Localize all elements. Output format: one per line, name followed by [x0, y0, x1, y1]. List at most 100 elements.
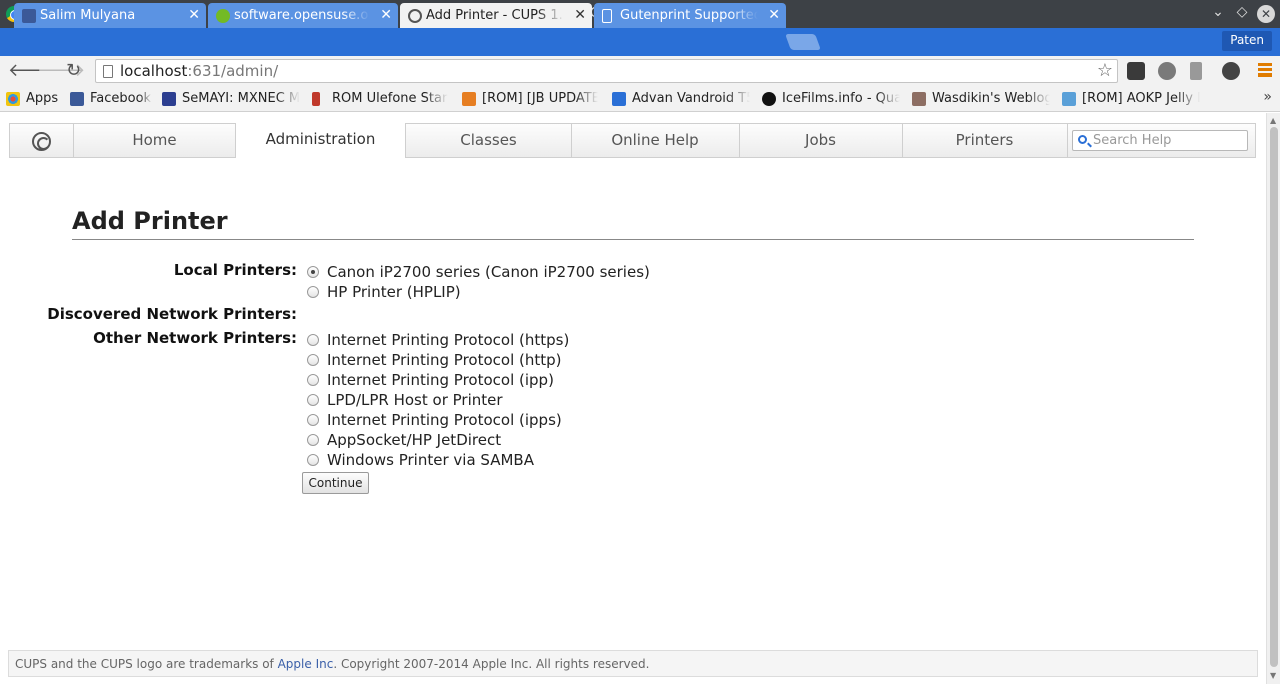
option-label: HP Printer (HPLIP) [327, 283, 461, 301]
option-label: Windows Printer via SAMBA [327, 451, 534, 469]
extension-camera-icon[interactable] [1127, 62, 1145, 80]
radio-button[interactable] [307, 394, 319, 406]
bookmark-wasdikin[interactable]: Wasdikin's Weblog [912, 91, 1050, 106]
radio-button[interactable] [307, 374, 319, 386]
tab-opensuse[interactable]: software.opensuse.org ✕ [208, 3, 398, 28]
tab-label: Add Printer - CUPS 1.7.5 [426, 8, 564, 23]
tab-gutenprint[interactable]: Gutenprint Supported Printers ✕ [594, 3, 786, 28]
nav-classes[interactable]: Classes [406, 124, 572, 157]
profile-button[interactable]: Paten [1222, 31, 1272, 51]
chrome-menu-icon[interactable] [1258, 63, 1272, 77]
nav-jobs[interactable]: Jobs [739, 124, 903, 157]
option-label: Internet Printing Protocol (ipp) [327, 371, 554, 389]
xda-icon [462, 92, 476, 106]
close-window-icon[interactable]: ✕ [1257, 5, 1275, 23]
tab-label: software.opensuse.org [234, 8, 370, 23]
footer-prefix: CUPS and the CUPS logo are trademarks of [15, 657, 278, 671]
bookmark-label: Facebook [90, 91, 152, 106]
tab-label: Salim Mulyana [40, 8, 136, 23]
scrollbar-thumb[interactable] [1270, 127, 1278, 667]
radio-button[interactable] [307, 286, 319, 298]
bookmark-label: Advan Vandroid T5c [632, 91, 750, 106]
aokp-icon [1062, 92, 1076, 106]
option-label: Canon iP2700 series (Canon iP2700 series… [327, 263, 650, 281]
new-tab-button[interactable] [785, 34, 821, 50]
cups-icon [408, 9, 422, 23]
page-info-icon[interactable] [103, 65, 113, 78]
local-printers-label: Local Printers: [173, 261, 297, 279]
url-host: localhost [120, 62, 188, 80]
bookmarks-bar: Apps Facebook SeMAYI: MXNEC M3 ROM Ulefo… [0, 86, 1280, 112]
bookmarks-overflow-icon[interactable]: » [1263, 89, 1272, 105]
minimize-icon[interactable]: ⌄ [1209, 4, 1227, 20]
scroll-down-icon[interactable]: ▼ [1270, 671, 1276, 680]
tab-add-printer[interactable]: Add Printer - CUPS 1.7.5 ✕ [400, 3, 592, 28]
option-label: Internet Printing Protocol (ipps) [327, 411, 562, 429]
bookmark-aokp[interactable]: [ROM] AOKP Jelly Be [1062, 91, 1200, 106]
tab-close-icon[interactable]: ✕ [574, 7, 586, 23]
cups-logo-icon [32, 132, 51, 151]
bookmark-facebook[interactable]: Facebook [70, 91, 152, 106]
tab-close-icon[interactable]: ✕ [188, 7, 200, 23]
radio-button[interactable] [307, 266, 319, 278]
semayi-icon [162, 92, 176, 106]
option-label: AppSocket/HP JetDirect [327, 431, 502, 449]
bookmark-advan[interactable]: Advan Vandroid T5c [612, 91, 750, 106]
vertical-scrollbar[interactable]: ▲ ▼ [1266, 113, 1280, 684]
apple-inc-link[interactable]: Apple Inc [278, 657, 334, 671]
cups-navigation: Home Administration Classes Online Help … [9, 123, 1256, 158]
restore-icon[interactable]: ◇ [1233, 4, 1251, 20]
cups-logo[interactable] [10, 124, 74, 157]
extension-block-icon[interactable] [1222, 62, 1240, 80]
option-label: Internet Printing Protocol (http) [327, 351, 562, 369]
page-icon [602, 9, 612, 23]
bookmark-label: [ROM] AOKP Jelly Be [1082, 91, 1200, 106]
radio-button[interactable] [307, 354, 319, 366]
bookmark-icefilms[interactable]: IceFilms.info - Quali [762, 91, 900, 106]
scroll-up-icon[interactable]: ▲ [1270, 116, 1276, 125]
extension-tool-icon[interactable] [1190, 62, 1202, 80]
bookmark-label: Wasdikin's Weblog [932, 91, 1050, 106]
kaskus-icon [612, 92, 626, 106]
facebook-icon [70, 92, 84, 106]
option-label: Internet Printing Protocol (https) [327, 331, 570, 349]
radio-button[interactable] [307, 414, 319, 426]
rom-icon [312, 92, 320, 106]
facebook-icon [22, 9, 36, 23]
radio-button[interactable] [307, 434, 319, 446]
search-icon [1078, 135, 1087, 144]
search-placeholder: Search Help [1093, 133, 1172, 148]
url-path: :631/admin/ [187, 62, 279, 80]
page-title: Add Printer [72, 207, 1194, 240]
bookmark-apps[interactable]: Apps [6, 91, 64, 106]
option-label: LPD/LPR Host or Printer [327, 391, 503, 409]
nav-home[interactable]: Home [74, 124, 236, 157]
bookmark-label: Apps [26, 91, 59, 106]
bookmark-rom-ulefone[interactable]: ROM Ulefone Star N [312, 91, 448, 106]
radio-button[interactable] [307, 334, 319, 346]
apps-icon [6, 92, 20, 106]
weblog-icon [912, 92, 926, 106]
bookmark-label: [ROM] [JB UPDATE] [482, 91, 598, 106]
bookmark-label: ROM Ulefone Star N [332, 91, 448, 106]
continue-button[interactable]: Continue [302, 472, 369, 494]
tab-close-icon[interactable]: ✕ [768, 7, 780, 23]
bookmark-label: IceFilms.info - Quali [782, 91, 900, 106]
bookmark-star-icon[interactable]: ☆ [1097, 60, 1113, 81]
address-bar[interactable]: localhost:631/admin/ ☆ [95, 59, 1118, 83]
bookmark-label: SeMAYI: MXNEC M3 [182, 91, 300, 106]
tab-salim-mulyana[interactable]: Salim Mulyana ✕ [14, 3, 206, 28]
extension-m-icon[interactable] [1158, 62, 1176, 80]
bookmark-jb-update[interactable]: [ROM] [JB UPDATE] [462, 91, 598, 106]
page-content: Home Administration Classes Online Help … [0, 113, 1266, 684]
radio-button[interactable] [307, 454, 319, 466]
reload-icon[interactable]: ↻ [66, 60, 81, 81]
tab-label: Gutenprint Supported Printers [620, 8, 758, 23]
nav-administration[interactable]: Administration [235, 123, 406, 158]
opensuse-icon [216, 9, 230, 23]
nav-online-help[interactable]: Online Help [571, 124, 740, 157]
nav-printers[interactable]: Printers [902, 124, 1068, 157]
tab-close-icon[interactable]: ✕ [380, 7, 392, 23]
bookmark-semayi[interactable]: SeMAYI: MXNEC M3 [162, 91, 300, 106]
search-help-input[interactable]: Search Help [1072, 130, 1248, 151]
